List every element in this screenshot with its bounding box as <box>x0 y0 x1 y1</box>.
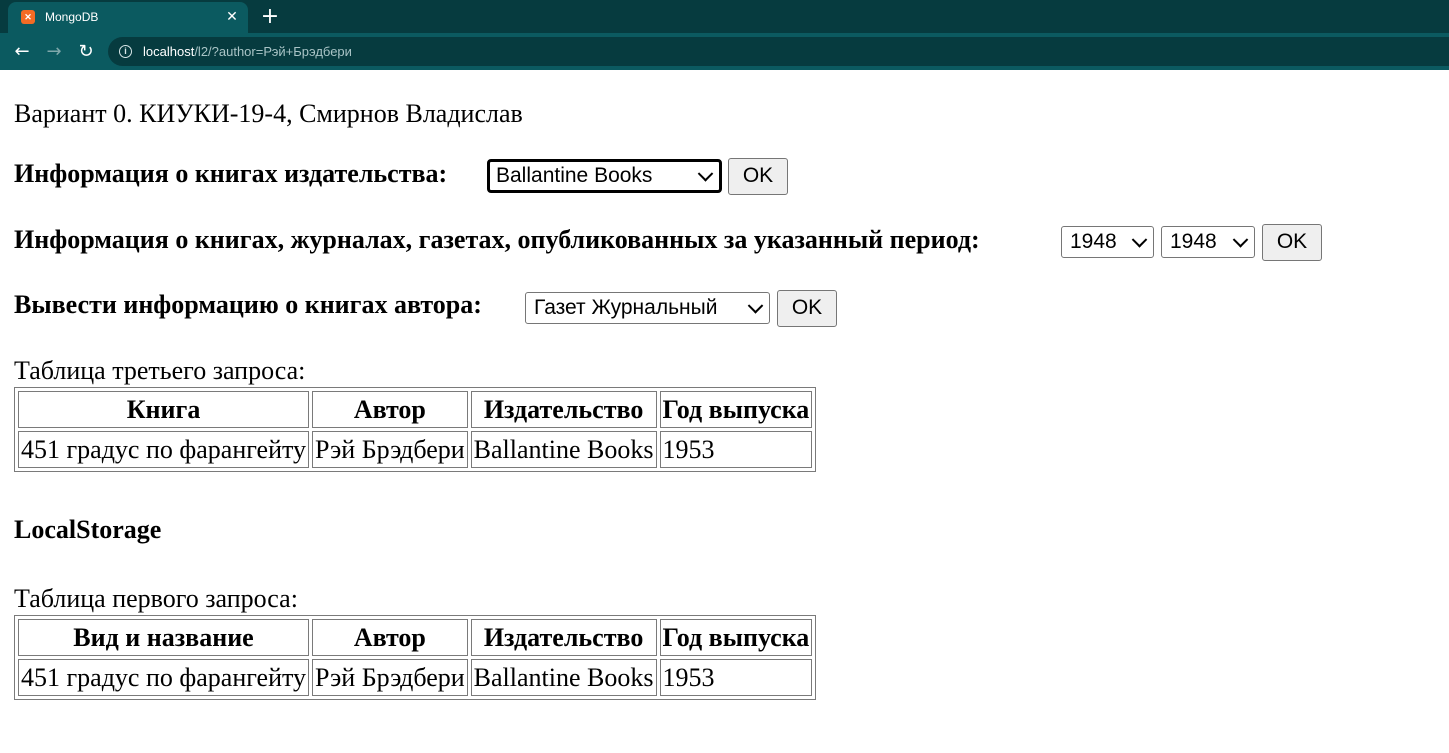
variant-title: Вариант 0. КИУКИ-19-4, Смирнов Владислав <box>14 99 523 128</box>
browser-toolbar: ← → ↻ i localhost/l2/?author=Рэй+Брэдбер… <box>0 33 1449 70</box>
first-query-caption: Таблица первого запроса: <box>14 584 298 613</box>
url-host: localhost <box>143 44 195 59</box>
third-query-table: Книга Автор Издательство Год выпуска 451… <box>14 387 817 472</box>
author-select[interactable]: Газет Журнальный <box>525 292 770 324</box>
tab-title: MongoDB <box>45 10 99 24</box>
period-form: Информация о книгах, журналах, газетах, … <box>14 225 980 255</box>
author-form-label: Вывести информацию о книгах автора: <box>14 290 482 319</box>
publisher-form: Информация о книгах издательства: <box>14 159 447 189</box>
author-form: Вывести информацию о книгах автора: <box>14 290 482 320</box>
chevron-down-icon <box>1131 232 1148 248</box>
column-header: Вид и название <box>18 619 310 656</box>
publisher-select-value: Ballantine Books <box>496 164 653 187</box>
publisher-form-label: Информация о книгах издательства: <box>14 159 448 188</box>
plus-icon[interactable]: + <box>258 4 282 29</box>
tab-mongodb[interactable]: ✕ MongoDB ✕ <box>8 2 248 33</box>
arrow-left-icon[interactable]: ← <box>9 38 35 64</box>
table-cell: Ballantine Books <box>470 431 657 468</box>
tab-bar: ✕ MongoDB ✕ + <box>0 0 1449 33</box>
table-cell: Ballantine Books <box>470 659 657 696</box>
chevron-down-icon <box>747 298 764 314</box>
table-cell: Рэй Брэдбери <box>312 659 468 696</box>
info-icon[interactable]: i <box>119 45 132 58</box>
reload-icon[interactable]: ↻ <box>73 38 99 64</box>
chevron-down-icon <box>1232 232 1249 248</box>
address-bar[interactable]: i localhost/l2/?author=Рэй+Брэдбери <box>108 37 1449 66</box>
url-path: /l2/?author=Рэй+Брэдбери <box>194 44 352 59</box>
period-form-label: Информация о книгах, журналах, газетах, … <box>14 225 980 254</box>
table-cell: Рэй Брэдбери <box>312 431 468 468</box>
author-select-value: Газет Журнальный <box>534 296 718 319</box>
table-row: 451 градус по фарангейту Рэй Брэдбери Ba… <box>18 659 813 696</box>
period-to-value: 1948 <box>1170 230 1217 253</box>
author-ok-button[interactable]: OK <box>777 290 837 327</box>
chevron-down-icon <box>697 166 714 182</box>
table-header-row: Вид и название Автор Издательство Год вы… <box>18 619 813 656</box>
period-from-value: 1948 <box>1070 230 1117 253</box>
period-to-select[interactable]: 1948 <box>1161 226 1255 258</box>
column-header: Издательство <box>470 391 657 428</box>
url-text: localhost/l2/?author=Рэй+Брэдбери <box>143 44 352 59</box>
column-header: Автор <box>312 619 468 656</box>
table-cell: 1953 <box>659 659 813 696</box>
column-header: Издательство <box>470 619 657 656</box>
first-query-table: Вид и название Автор Издательство Год вы… <box>14 615 817 700</box>
period-from-select[interactable]: 1948 <box>1061 226 1154 258</box>
period-ok-button[interactable]: OK <box>1262 224 1322 261</box>
publisher-ok-button[interactable]: OK <box>728 158 788 195</box>
close-icon[interactable]: ✕ <box>222 7 242 27</box>
table-row: 451 градус по фарангейту Рэй Брэдбери Ba… <box>18 431 813 468</box>
column-header: Автор <box>312 391 468 428</box>
arrow-right-icon[interactable]: → <box>41 38 67 64</box>
xampp-favicon-icon: ✕ <box>21 10 35 24</box>
local-storage-heading: LocalStorage <box>14 515 162 544</box>
table-header-row: Книга Автор Издательство Год выпуска <box>18 391 813 428</box>
column-header: Книга <box>18 391 310 428</box>
third-query-caption: Таблица третьего запроса: <box>14 356 306 385</box>
column-header: Год выпуска <box>659 391 813 428</box>
table-cell: 451 градус по фарангейту <box>18 659 310 696</box>
publisher-select[interactable]: Ballantine Books <box>487 159 722 193</box>
table-cell: 1953 <box>659 431 813 468</box>
table-cell: 451 градус по фарангейту <box>18 431 310 468</box>
column-header: Год выпуска <box>659 619 813 656</box>
